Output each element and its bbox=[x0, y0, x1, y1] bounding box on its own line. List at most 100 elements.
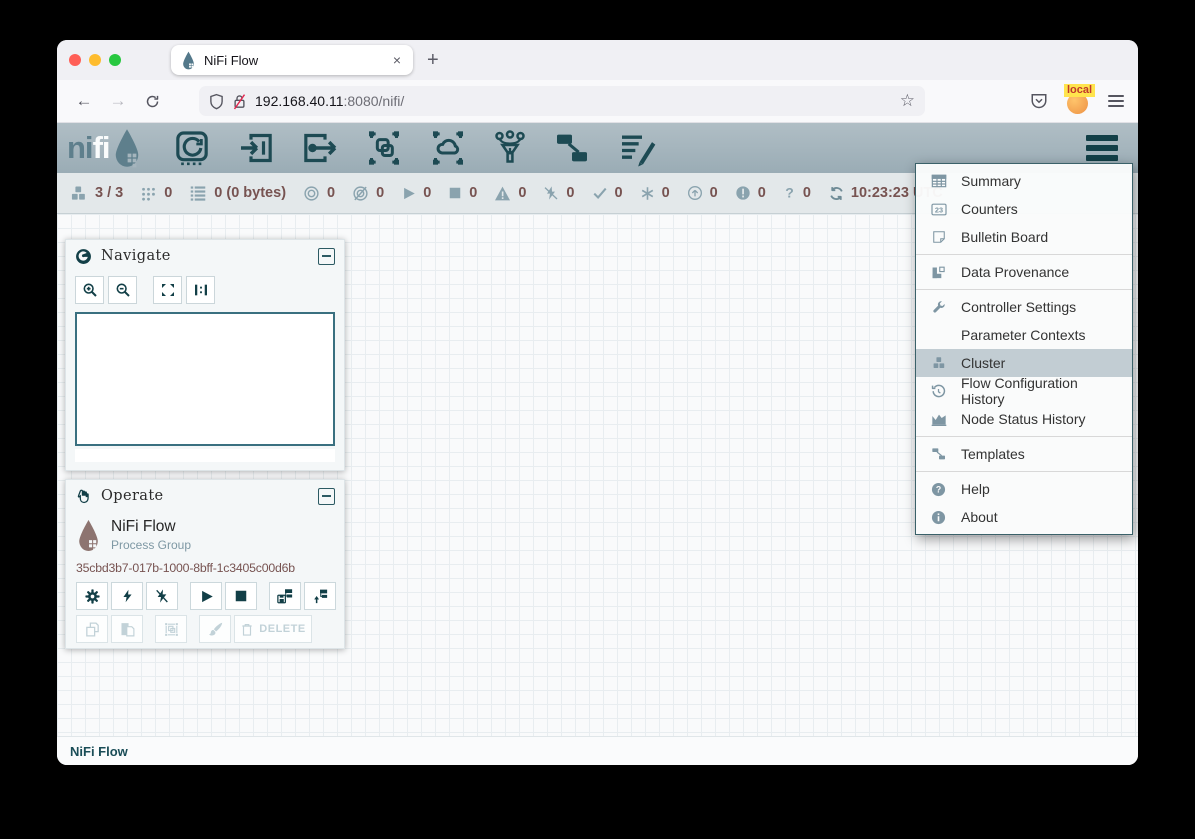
birdseye-minimap[interactable] bbox=[75, 312, 335, 446]
asterisk-icon bbox=[640, 186, 655, 201]
maximize-window-button[interactable] bbox=[109, 54, 121, 66]
navbar-right-controls: local bbox=[1030, 88, 1124, 114]
status-stopped: 0 bbox=[448, 185, 477, 201]
zoom-out-button[interactable] bbox=[108, 276, 137, 304]
url-bar[interactable]: 192.168.40.11:8080/nifi/ ☆ bbox=[199, 86, 925, 116]
template-icon[interactable] bbox=[552, 128, 592, 168]
menu-separator bbox=[916, 436, 1132, 437]
counters-icon: 23 bbox=[929, 203, 948, 216]
account-avatar[interactable]: local bbox=[1066, 88, 1090, 114]
status-cluster: 3 / 3 bbox=[69, 185, 123, 202]
menu-item-label: Cluster bbox=[961, 355, 1005, 371]
svg-text:23: 23 bbox=[934, 205, 942, 214]
navigate-header: Navigate bbox=[66, 240, 344, 272]
menu-item-parameter-contexts[interactable]: Parameter Contexts bbox=[916, 321, 1132, 349]
exclamation-circle-icon bbox=[735, 185, 751, 201]
svg-text:?: ? bbox=[936, 484, 941, 494]
group-button[interactable] bbox=[155, 615, 187, 643]
not-transmitting-icon bbox=[352, 185, 369, 202]
navigate-collapse-button[interactable] bbox=[318, 248, 335, 265]
global-menu-icon[interactable] bbox=[1082, 131, 1122, 165]
svg-text:?: ? bbox=[785, 185, 794, 201]
disable-button[interactable] bbox=[146, 582, 178, 610]
menu-item-flow-configuration-history[interactable]: Flow Configuration History bbox=[916, 377, 1132, 405]
operate-collapse-button[interactable] bbox=[318, 488, 335, 505]
remote-process-group-icon[interactable] bbox=[428, 128, 468, 168]
paste-button[interactable] bbox=[111, 615, 143, 643]
breadcrumb[interactable]: NiFi Flow bbox=[70, 744, 128, 759]
insecure-lock-icon[interactable] bbox=[232, 93, 247, 110]
stop-button[interactable] bbox=[225, 582, 257, 610]
output-port-icon[interactable] bbox=[300, 128, 340, 168]
bolt-icon bbox=[120, 588, 135, 604]
group-selection-icon bbox=[163, 621, 180, 638]
processor-icon[interactable] bbox=[172, 128, 212, 168]
menu-item-cluster[interactable]: Cluster bbox=[916, 349, 1132, 377]
menu-item-controller-settings[interactable]: Controller Settings bbox=[916, 293, 1132, 321]
menu-item-bulletin-board[interactable]: Bulletin Board bbox=[916, 223, 1132, 251]
tab-title: NiFi Flow bbox=[204, 53, 391, 68]
menu-item-templates[interactable]: Templates bbox=[916, 440, 1132, 468]
back-icon[interactable]: ← bbox=[71, 88, 97, 114]
menu-item-about[interactable]: About bbox=[916, 503, 1132, 531]
menu-item-summary[interactable]: Summary bbox=[916, 167, 1132, 195]
selected-component-name: NiFi Flow bbox=[111, 518, 191, 536]
screenshot-stage: NiFi Flow × + ← → bbox=[0, 0, 1195, 839]
refresh-icon[interactable] bbox=[828, 185, 845, 202]
running-icon bbox=[401, 186, 416, 201]
copy-button[interactable] bbox=[76, 615, 108, 643]
menu-item-label: Data Provenance bbox=[961, 264, 1069, 280]
question-icon: ? bbox=[783, 185, 796, 201]
operate-buttons-row-1 bbox=[66, 582, 344, 610]
trash-icon bbox=[240, 622, 254, 637]
new-tab-button[interactable]: + bbox=[427, 50, 439, 70]
forward-icon[interactable]: → bbox=[105, 88, 131, 114]
component-toolbar bbox=[172, 128, 658, 168]
bookmark-star-icon[interactable]: ☆ bbox=[900, 91, 915, 111]
disabled-bolt-icon bbox=[543, 185, 559, 201]
url-host: 192.168.40.11 bbox=[255, 93, 344, 109]
template-icon bbox=[929, 447, 948, 461]
queued-list-icon bbox=[189, 185, 207, 201]
status-locally-modified: 0 bbox=[640, 185, 670, 201]
minimize-window-button[interactable] bbox=[89, 54, 101, 66]
configure-button[interactable] bbox=[76, 582, 108, 610]
start-button[interactable] bbox=[190, 582, 222, 610]
delete-button[interactable]: DELETE bbox=[234, 615, 312, 643]
reload-icon[interactable] bbox=[139, 88, 165, 114]
enable-button[interactable] bbox=[111, 582, 143, 610]
pocket-icon[interactable] bbox=[1030, 93, 1048, 110]
paintbrush-icon bbox=[207, 621, 224, 638]
zoom-in-button[interactable] bbox=[75, 276, 104, 304]
menu-item-label: About bbox=[961, 509, 998, 525]
upload-template-button[interactable] bbox=[304, 582, 336, 610]
menu-item-label: Flow Configuration History bbox=[961, 375, 1124, 407]
process-group-icon[interactable] bbox=[364, 128, 404, 168]
zoom-actual-size-button[interactable] bbox=[186, 276, 215, 304]
navigate-panel: Navigate bbox=[65, 239, 345, 471]
menu-item-data-provenance[interactable]: Data Provenance bbox=[916, 258, 1132, 286]
browser-tab[interactable]: NiFi Flow × bbox=[171, 45, 413, 75]
color-button[interactable] bbox=[199, 615, 231, 643]
menu-separator bbox=[916, 289, 1132, 290]
zoom-fit-button[interactable] bbox=[153, 276, 182, 304]
status-locally-modified-stale: 0 bbox=[735, 185, 766, 201]
browser-window: NiFi Flow × + ← → bbox=[57, 40, 1138, 765]
navigate-title: Navigate bbox=[101, 248, 171, 264]
copy-icon bbox=[84, 621, 101, 638]
menu-item-counters[interactable]: 23 Counters bbox=[916, 195, 1132, 223]
menu-item-label: Templates bbox=[961, 446, 1025, 462]
menu-item-node-status-history[interactable]: Node Status History bbox=[916, 405, 1132, 433]
browser-menu-icon[interactable] bbox=[1108, 95, 1124, 107]
close-window-button[interactable] bbox=[69, 54, 81, 66]
save-template-button[interactable] bbox=[269, 582, 301, 610]
selected-component-type: Process Group bbox=[111, 538, 191, 552]
global-menu: Summary 23 Counters Bulletin Board bbox=[915, 163, 1133, 535]
menu-item-help[interactable]: ? Help bbox=[916, 475, 1132, 503]
funnel-icon[interactable] bbox=[492, 128, 528, 168]
nifi-logo-fi: fi bbox=[93, 130, 110, 166]
input-port-icon[interactable] bbox=[236, 128, 276, 168]
shield-icon[interactable] bbox=[209, 93, 224, 110]
label-icon[interactable] bbox=[616, 128, 658, 168]
close-tab-icon[interactable]: × bbox=[391, 52, 403, 68]
